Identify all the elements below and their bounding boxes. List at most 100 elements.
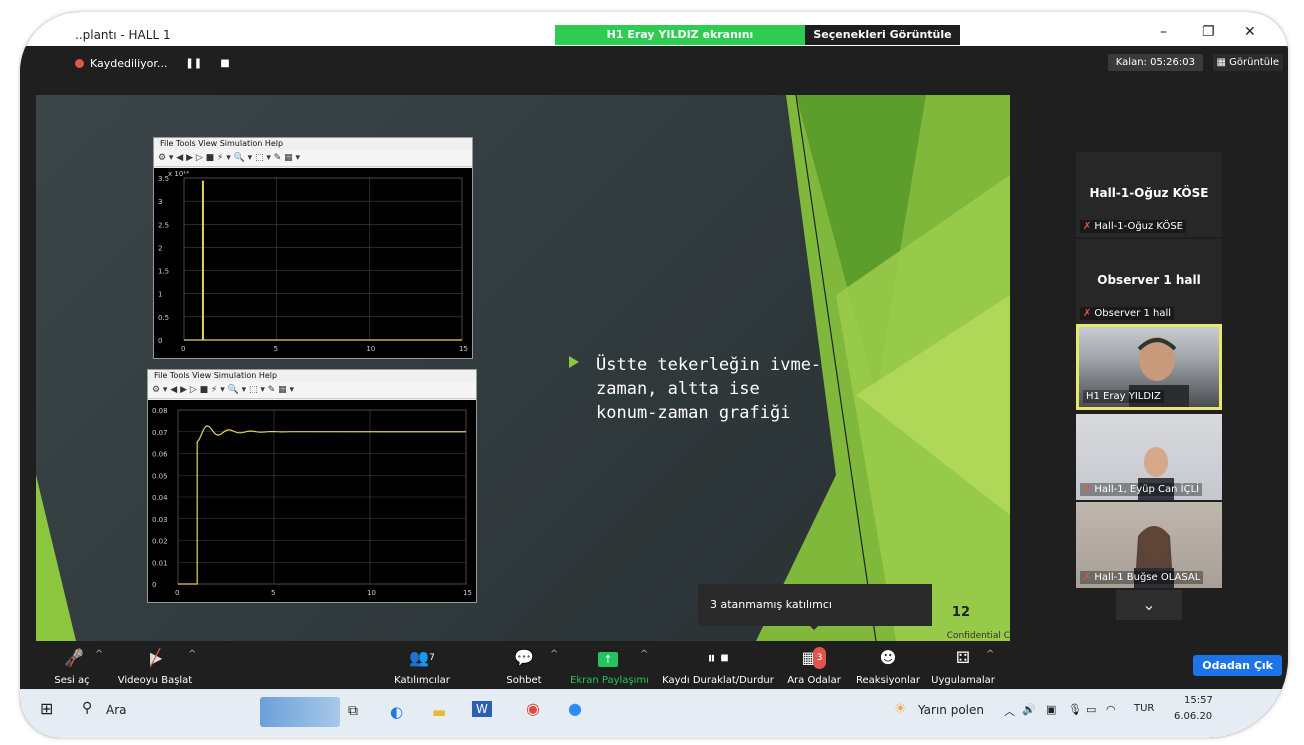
time-remaining: Kalan: 05:26:03 — [1107, 54, 1203, 71]
record-dot-icon — [75, 58, 84, 68]
mic-muted-icon: ✗ — [1083, 572, 1092, 583]
x-tick-label: 10 — [366, 345, 375, 353]
share-options-button[interactable]: Seçenekleri Görüntüle ⌄ — [805, 25, 960, 61]
wifi-icon[interactable]: ◠ — [1106, 703, 1116, 716]
tray-chevron-icon[interactable]: ︿ — [1004, 703, 1015, 719]
participant-tile[interactable]: Hall-1-Oğuz KÖSE ✗ Hall-1-Oğuz KÖSE — [1076, 152, 1222, 237]
speaker-icon[interactable]: 🔊 — [1022, 703, 1036, 716]
y-tick-label: 0.01 — [152, 559, 168, 567]
chevron-down-icon[interactable]: ⌄ — [1116, 590, 1182, 620]
chevron-up-icon[interactable]: ^ — [188, 649, 196, 660]
search-icon[interactable]: ⚲ — [82, 700, 92, 716]
start-video-button[interactable]: ▶╱ Videoyu Başlat — [115, 647, 195, 686]
y-tick-label: 2.5 — [158, 221, 169, 229]
pause-recording-icon[interactable]: ❚❚ — [185, 58, 202, 69]
y-tick-label: 2 — [158, 244, 162, 252]
taskbar-search-image — [260, 697, 340, 727]
y-tick-label: 0.06 — [152, 451, 168, 459]
reactions-button[interactable]: ☻ Reaksiyonlar — [856, 647, 920, 686]
zoom-window: ..plantı - HALL 1 H1 Eray YILDIZ ekranın… — [20, 12, 1288, 738]
scope-menu-bar: File Tools View Simulation Help — [154, 138, 472, 150]
x-tick-label: 0 — [175, 589, 179, 597]
word-icon[interactable]: W — [472, 701, 492, 717]
y-exponent-label: x 10¹⁴ — [168, 170, 189, 178]
taskbar-search-label[interactable]: Ara — [106, 703, 127, 717]
position-chart: 0 5 10 15 0.08 0.07 0.06 0.05 0.04 0.03 0.02 0.01 0 — [152, 407, 472, 597]
y-tick-label: 1 — [158, 291, 162, 299]
y-tick-label: 0 — [152, 581, 156, 589]
y-tick-label: 0 — [158, 337, 162, 345]
pause-record-button[interactable]: ⏸ ⏹ Kaydı Duraklat/Durdur — [660, 647, 776, 686]
restore-button[interactable]: ❐ — [1202, 24, 1215, 40]
pause-stop-icon: ⏸ ⏹ — [707, 648, 729, 667]
mic-muted-icon: ✗ — [1083, 221, 1092, 232]
participants-icon: 👥 — [409, 648, 430, 667]
battery-icon[interactable]: ▭ — [1086, 703, 1096, 716]
participant-label: ✗ Hall-1-Oğuz KÖSE — [1080, 220, 1186, 233]
edge-icon[interactable]: ◐ — [390, 703, 403, 721]
zoom-icon[interactable]: ● — [568, 699, 582, 718]
scope-menu-bar: File Tools View Simulation Help — [148, 370, 476, 382]
view-button[interactable]: ▦ Görüntüle — [1212, 54, 1283, 71]
unmute-label: Sesi aç — [54, 675, 90, 686]
shared-screen: File Tools View Simulation Help ⚙ ▾ ◀ ▶ … — [36, 95, 1010, 641]
apps-label: Uygulamalar — [931, 675, 995, 686]
file-explorer-icon[interactable]: ▬ — [432, 703, 446, 721]
participant-tile[interactable]: ✗ Hall-1 Buğse OLASAL — [1076, 502, 1222, 588]
unassigned-participants-tooltip: 3 atanmamış katılımcı — [698, 584, 932, 626]
chevron-up-icon[interactable]: ^ — [986, 649, 994, 660]
close-button[interactable]: ✕ — [1244, 24, 1256, 40]
y-tick-label: 1.5 — [158, 268, 169, 276]
clock-time[interactable]: 15:57 — [1184, 695, 1213, 706]
mic-muted-icon: ✗ — [1083, 484, 1092, 495]
share-banner: H1 Eray YILDIZ ekranını görüntülüyorsunu… — [555, 25, 805, 61]
chevron-up-icon[interactable]: ^ — [640, 649, 648, 660]
share-options-label: Seçenekleri Görüntüle — [813, 28, 952, 41]
smiley-plus-icon: ☻ — [879, 648, 897, 667]
windows-start-icon[interactable]: ⊞ — [40, 699, 53, 718]
x-tick-label: 0 — [181, 345, 185, 353]
chrome-icon[interactable]: ◉ — [526, 699, 540, 718]
minimize-button[interactable]: – — [1160, 24, 1167, 40]
scope-plot-acceleration: 0 5 10 15 3.5 3 2.5 2 1.5 1 0.5 0 x 10¹⁴ — [154, 168, 472, 358]
y-tick-label: 0.03 — [152, 516, 168, 524]
participant-tile[interactable]: Observer 1 hall ✗ Observer 1 hall — [1076, 239, 1222, 324]
x-tick-label: 5 — [271, 589, 275, 597]
microphone-icon[interactable]: 🎙 — [1068, 703, 1082, 716]
clock-date[interactable]: 6.06.20 — [1174, 711, 1212, 722]
task-view-icon[interactable]: ⧉ — [348, 703, 358, 719]
language-indicator[interactable]: TUR — [1134, 703, 1154, 714]
y-tick-label: 0.5 — [158, 314, 169, 322]
start-video-label: Videoyu Başlat — [117, 675, 193, 686]
mic-muted-icon: 🎤╱ — [64, 648, 85, 667]
video-off-icon: ▶╱ — [150, 648, 163, 667]
breakout-rooms-button[interactable]: ▦3 Ara Odalar — [786, 647, 842, 686]
share-screen-button[interactable]: ↑ Ekran Paylaşımı — [570, 647, 649, 686]
stop-recording-icon[interactable]: ■ — [220, 58, 229, 69]
y-tick-label: 0.05 — [152, 472, 168, 480]
share-screen-label: Ekran Paylaşımı — [570, 675, 649, 686]
title-bar: ..plantı - HALL 1 H1 Eray YILDIZ ekranın… — [20, 12, 1288, 61]
chevron-up-icon[interactable]: ^ — [550, 649, 558, 660]
participants-count: 7 — [429, 653, 435, 663]
bullet-triangle-icon — [569, 356, 579, 368]
y-tick-label: 0.08 — [152, 407, 168, 415]
device-icon[interactable]: ▣ — [1046, 703, 1056, 716]
participant-label: ✗ Observer 1 hall — [1080, 307, 1175, 320]
weather-label[interactable]: Yarın polen — [918, 703, 984, 717]
chat-button[interactable]: 💬 Sohbet — [504, 647, 544, 686]
participants-button[interactable]: 👥7 Katılımcılar — [392, 647, 452, 686]
participant-tile[interactable]: ✗ Hall-1, Eyüp Can İÇLİ — [1076, 414, 1222, 500]
participant-tile-active-speaker[interactable]: H1 Eray YILDIZ — [1076, 324, 1222, 410]
slide-page-number: 12 — [951, 605, 970, 620]
unmute-button[interactable]: 🎤╱ Sesi aç — [52, 647, 92, 686]
chat-bubble-icon: 💬 — [514, 648, 534, 667]
y-tick-label: 3 — [158, 198, 162, 206]
chevron-up-icon[interactable]: ^ — [95, 649, 103, 660]
confidential-label: Confidential C — [946, 631, 1010, 641]
leave-meeting-button[interactable]: Odadan Çık — [1193, 655, 1282, 676]
plot-area — [183, 177, 463, 341]
participant-name: Hall-1-Oğuz KÖSE — [1089, 186, 1209, 200]
participant-label: ✗ Hall-1 Buğse OLASAL — [1080, 571, 1204, 584]
scope-plot-position: 0 5 10 15 0.08 0.07 0.06 0.05 0.04 0.03 0.02 0.01 0 — [148, 400, 476, 602]
